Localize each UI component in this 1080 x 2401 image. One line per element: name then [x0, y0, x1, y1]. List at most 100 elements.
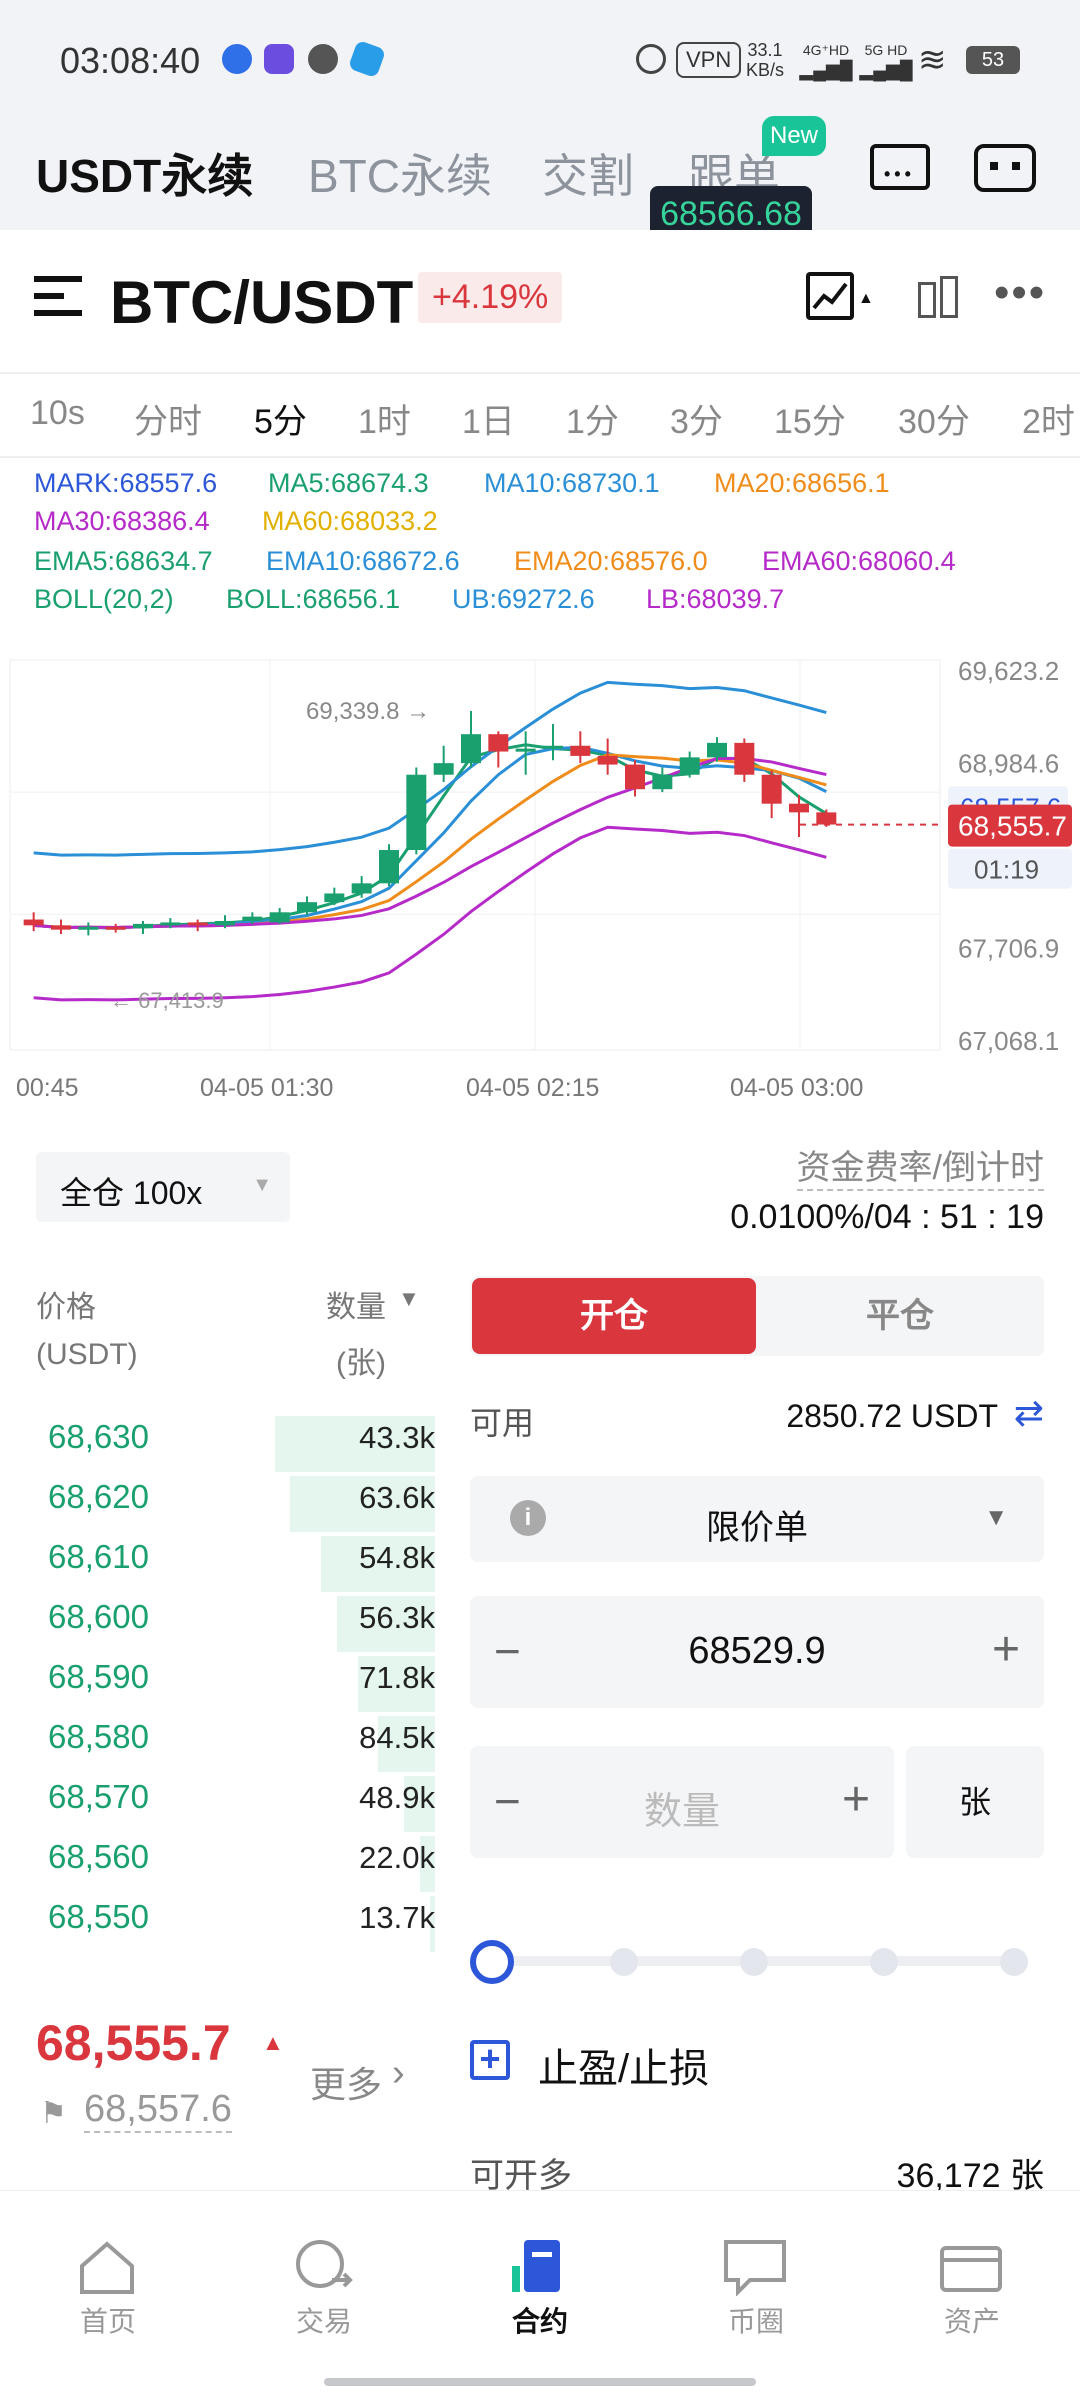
plus-icon: + [841, 1773, 870, 1826]
interval-5m[interactable]: 5分 [254, 394, 307, 443]
tab-delivery[interactable]: 交割 [542, 140, 634, 206]
hotel-app-icon [264, 44, 294, 74]
ob-qty-header[interactable]: 数量 [326, 1282, 386, 1326]
status-bar: 03:08:40 VPN 33.1 KB/s 4G⁺HD ▂▄▆█ 5G HD ▂… [0, 0, 1080, 120]
ask-qty[interactable]: 48.9k [359, 1780, 435, 1816]
ask-qty[interactable]: 63.6k [359, 1480, 435, 1516]
interval-1h[interactable]: 1时 [358, 394, 411, 443]
ask-price[interactable]: 68,550 [48, 1898, 149, 1936]
nav-community[interactable]: 币圈 [696, 2300, 816, 2340]
tab-usdt-perpetual[interactable]: USDT永续 [36, 140, 254, 212]
x-tick-label: 00:45 [16, 1074, 79, 1102]
ask-price[interactable]: 68,610 [48, 1538, 149, 1576]
ask-qty[interactable]: 43.3k [359, 1420, 435, 1456]
ask-price[interactable]: 68,590 [48, 1658, 149, 1696]
ask-qty[interactable]: 13.7k [359, 1900, 435, 1936]
candle-body [187, 922, 208, 926]
interval-15m[interactable]: 15分 [774, 394, 846, 443]
chat-icon[interactable]: ••• [870, 144, 930, 190]
candle-body [379, 850, 399, 884]
indicator-ema10: EMA10:68672.6 [266, 546, 460, 576]
interval-1d[interactable]: 1日 [462, 394, 515, 443]
ask-qty[interactable]: 56.3k [359, 1600, 435, 1636]
candle-body [652, 774, 673, 790]
slider-stop [1000, 1948, 1028, 1976]
nav-contract[interactable]: 合约 [480, 2300, 600, 2340]
interval-1m[interactable]: 1分 [566, 394, 619, 443]
ask-price[interactable]: 68,600 [48, 1598, 149, 1636]
interval-3m[interactable]: 3分 [670, 394, 723, 443]
margin-mode-select[interactable]: 全仓 100x ▼ [36, 1152, 290, 1222]
interval-2h[interactable]: 2时 [1022, 394, 1075, 443]
nav-home[interactable]: 首页 [48, 2300, 168, 2340]
add-tpsl-icon[interactable]: + [470, 2040, 510, 2080]
price-change-badge: +4.19% [418, 272, 563, 323]
quantity-input[interactable]: − 数量 + [470, 1746, 894, 1858]
ask-qty[interactable]: 71.8k [359, 1660, 435, 1696]
trading-pair[interactable]: BTC/USDT [110, 268, 413, 337]
ask-qty[interactable]: 84.5k [359, 1720, 435, 1756]
candle-settings-icon[interactable] [912, 272, 960, 322]
indicator-boll-value: BOLL:68656.1 [226, 584, 401, 614]
caret-down-icon[interactable]: ▼ [398, 1286, 420, 1312]
kline-chart[interactable]: 69,623.2 68,984.6 67,706.9 67,068.1 00:45 04-… [0, 650, 1080, 1110]
high-price-label: 69,339.8 → [306, 698, 430, 725]
open-position-tab[interactable]: 开仓 [472, 1278, 756, 1354]
menu-icon[interactable] [34, 272, 84, 322]
candle-body [597, 755, 618, 765]
candle-body [515, 748, 536, 752]
chart-type-icon[interactable] [806, 272, 854, 320]
home-icon[interactable] [72, 2236, 142, 2296]
y-tick-label: 68,984.6 [958, 748, 1059, 778]
close-position-tab[interactable]: 平仓 [758, 1278, 1042, 1354]
ask-price[interactable]: 68,560 [48, 1838, 149, 1876]
interval-30m[interactable]: 30分 [898, 394, 970, 443]
tab-btc-perpetual[interactable]: BTC永续 [308, 140, 492, 206]
home-indicator [324, 2378, 756, 2386]
unit-select[interactable]: 张 [906, 1746, 1044, 1858]
quantity-slider[interactable] [470, 1940, 1034, 1984]
candle-body [242, 916, 263, 921]
indicator-ema60: EMA60:68060.4 [762, 546, 956, 576]
ask-price[interactable]: 68,630 [48, 1418, 149, 1456]
indicator-boll: BOLL(20,2) [34, 584, 174, 614]
indicator-ub: UB:69272.6 [452, 584, 595, 614]
trade-icon[interactable] [288, 2236, 358, 2296]
indicator-ema5: EMA5:68634.7 [34, 546, 213, 576]
chevron-right-icon[interactable]: › [392, 2052, 405, 2095]
assets-icon[interactable] [936, 2236, 1006, 2296]
interval-timeline[interactable]: 分时 [134, 394, 202, 443]
countdown-tag-text: 01:19 [974, 855, 1039, 885]
more-link[interactable]: 更多 [310, 2056, 382, 2108]
top-tabs: USDT永续 BTC永续 交割 跟单 ••• [0, 120, 1080, 230]
x-tick-label: 04-05 01:30 [200, 1074, 333, 1102]
ask-price[interactable]: 68,580 [48, 1718, 149, 1756]
candle-body [543, 745, 563, 749]
nav-trade[interactable]: 交易 [264, 2300, 384, 2340]
funding-rate-label[interactable]: 资金费率/倒计时 [796, 1140, 1044, 1191]
chat-bubble-icon [308, 44, 338, 74]
candle-body [461, 734, 481, 764]
ask-price[interactable]: 68,570 [48, 1778, 149, 1816]
divider [0, 372, 1080, 374]
ask-qty[interactable]: 22.0k [359, 1840, 435, 1876]
tp-sl-label[interactable]: 止盈/止损 [538, 2036, 709, 2094]
plus-icon: + [991, 1623, 1020, 1676]
wifi-icon: ≋ [918, 41, 947, 79]
candle-body [78, 926, 99, 930]
ma20-line [33, 753, 827, 929]
low-price-label: ← 67,413.9 [110, 988, 224, 1013]
more-dots-icon[interactable]: ••• [994, 268, 1046, 318]
order-type-select[interactable]: i 限价单 ▼ [470, 1476, 1044, 1562]
transfer-icon[interactable]: ⇄ [1014, 1392, 1044, 1434]
community-icon[interactable] [720, 2236, 790, 2297]
ask-price[interactable]: 68,620 [48, 1478, 149, 1516]
mark-price: 68,557.6 [84, 2088, 232, 2133]
contract-icon[interactable] [504, 2236, 574, 2296]
slider-stop [740, 1948, 768, 1976]
ask-qty[interactable]: 54.8k [359, 1540, 435, 1576]
price-input[interactable]: − 68529.9 + [470, 1596, 1044, 1708]
nav-assets[interactable]: 资产 [912, 2300, 1032, 2340]
robot-icon[interactable] [974, 144, 1036, 192]
interval-10s[interactable]: 10s [30, 394, 85, 433]
